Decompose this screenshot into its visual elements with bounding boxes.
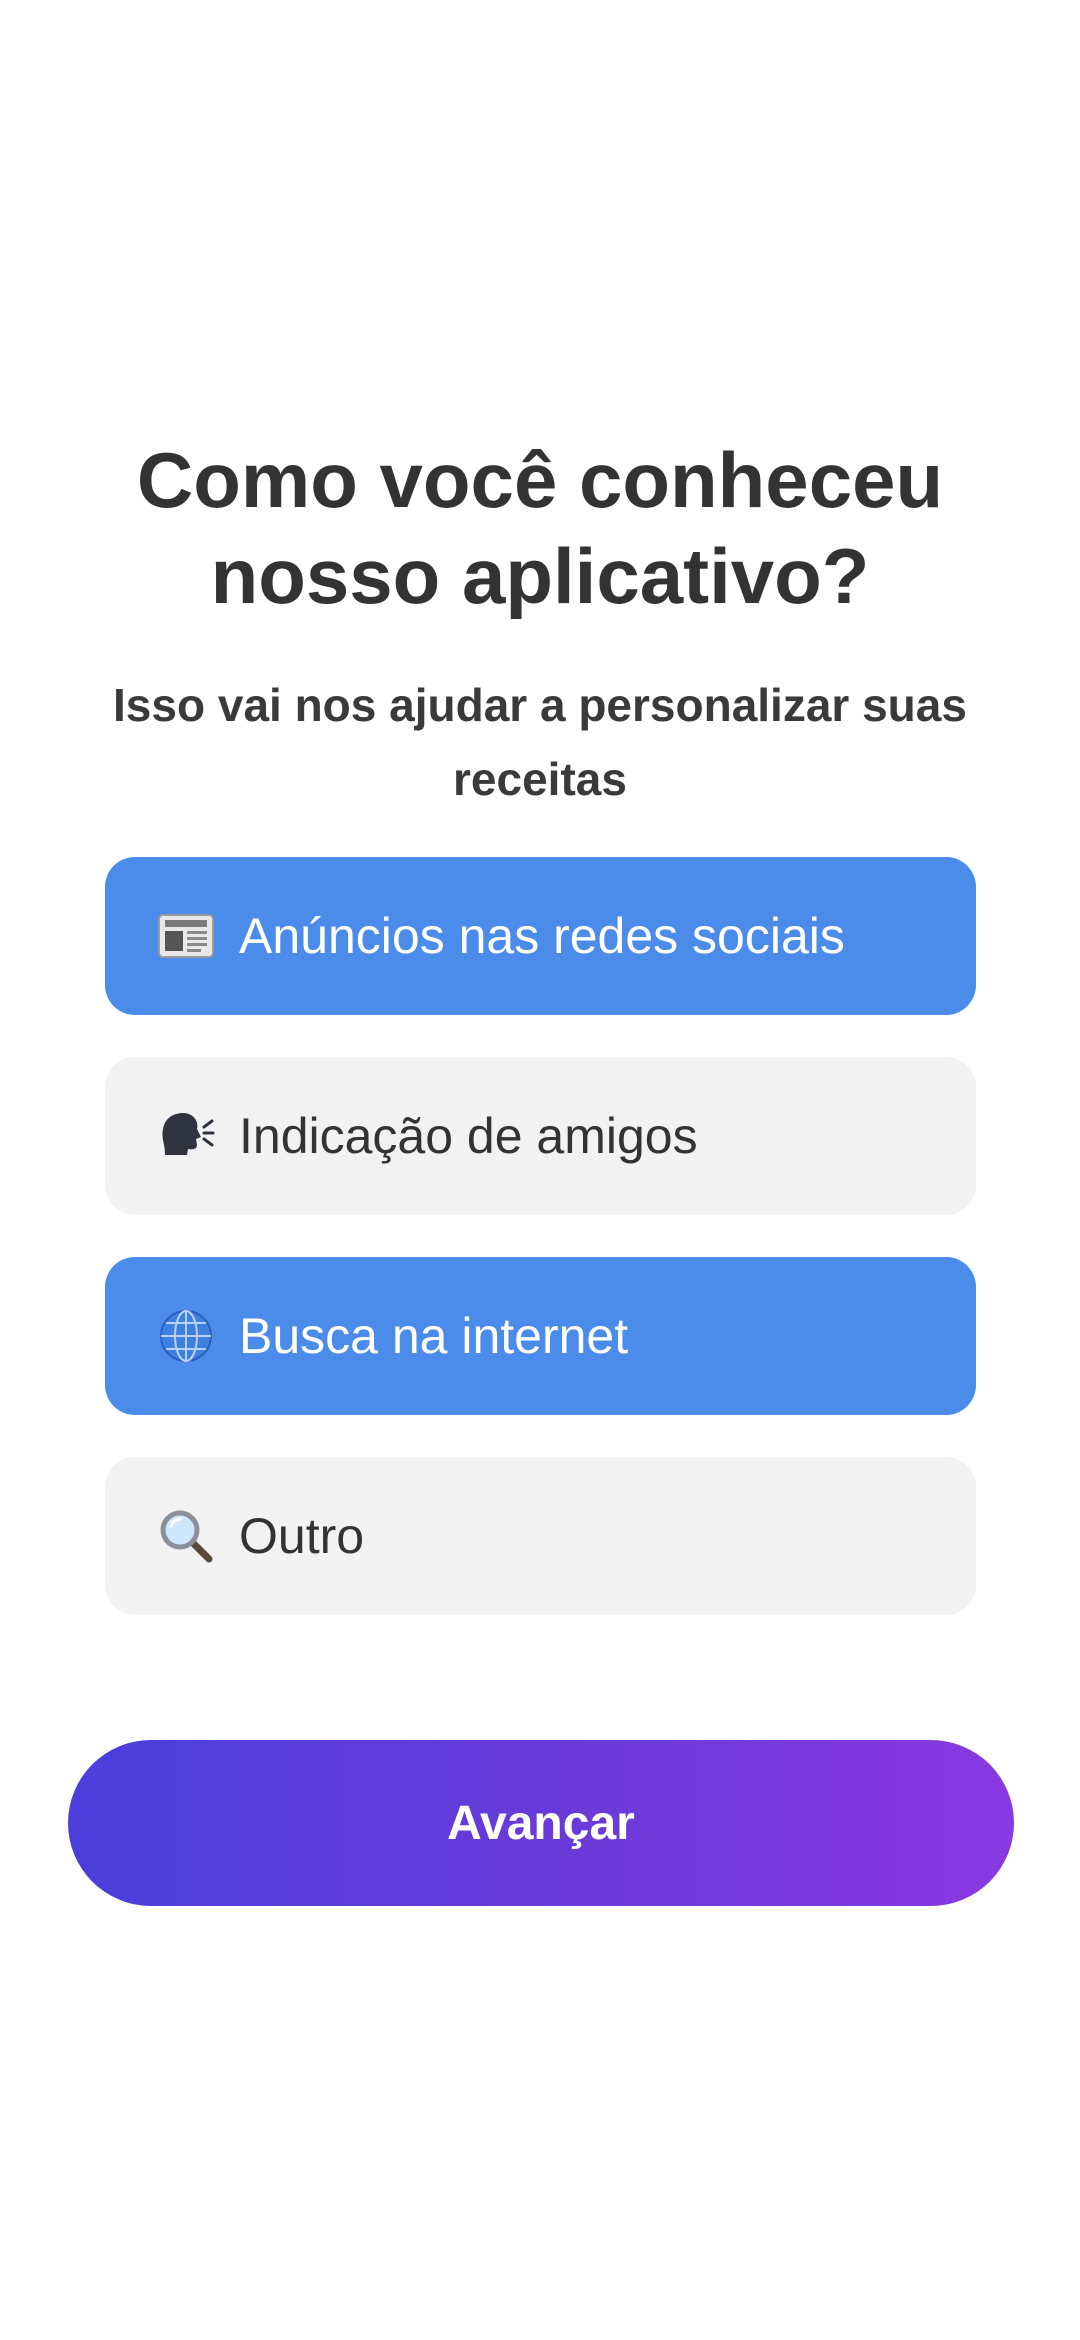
next-button-label: Avançar bbox=[447, 1796, 635, 1850]
subtitle-line-1: Isso vai nos ajudar a personalizar suas bbox=[113, 679, 967, 731]
title-line-1: Como você conheceu bbox=[136, 436, 944, 524]
option-social-ads[interactable]: Anúncios nas redes sociais bbox=[105, 857, 976, 1015]
globe-icon bbox=[157, 1307, 215, 1365]
option-label: Outro bbox=[239, 1508, 365, 1564]
option-internet-search[interactable]: Busca na internet bbox=[105, 1257, 976, 1415]
next-button[interactable]: Avançar bbox=[68, 1740, 1014, 1906]
page-subtitle: Isso vai nos ajudar a personalizar suas … bbox=[100, 668, 980, 816]
title-line-2: nosso aplicativo? bbox=[210, 532, 870, 620]
option-friend-referral[interactable]: Indicação de amigos bbox=[105, 1057, 976, 1215]
option-label: Anúncios nas redes sociais bbox=[239, 908, 845, 964]
screen: Como você conheceu nosso aplicativo? Iss… bbox=[0, 0, 1080, 2340]
page-title: Como você conheceu nosso aplicativo? bbox=[60, 432, 1020, 624]
option-label: Indicação de amigos bbox=[239, 1108, 698, 1164]
magnifier-icon bbox=[157, 1507, 215, 1565]
newspaper-icon bbox=[157, 907, 215, 965]
speaking-head-icon bbox=[157, 1107, 215, 1165]
subtitle-line-2: receitas bbox=[453, 753, 627, 805]
option-other[interactable]: Outro bbox=[105, 1457, 976, 1615]
option-label: Busca na internet bbox=[239, 1308, 629, 1364]
